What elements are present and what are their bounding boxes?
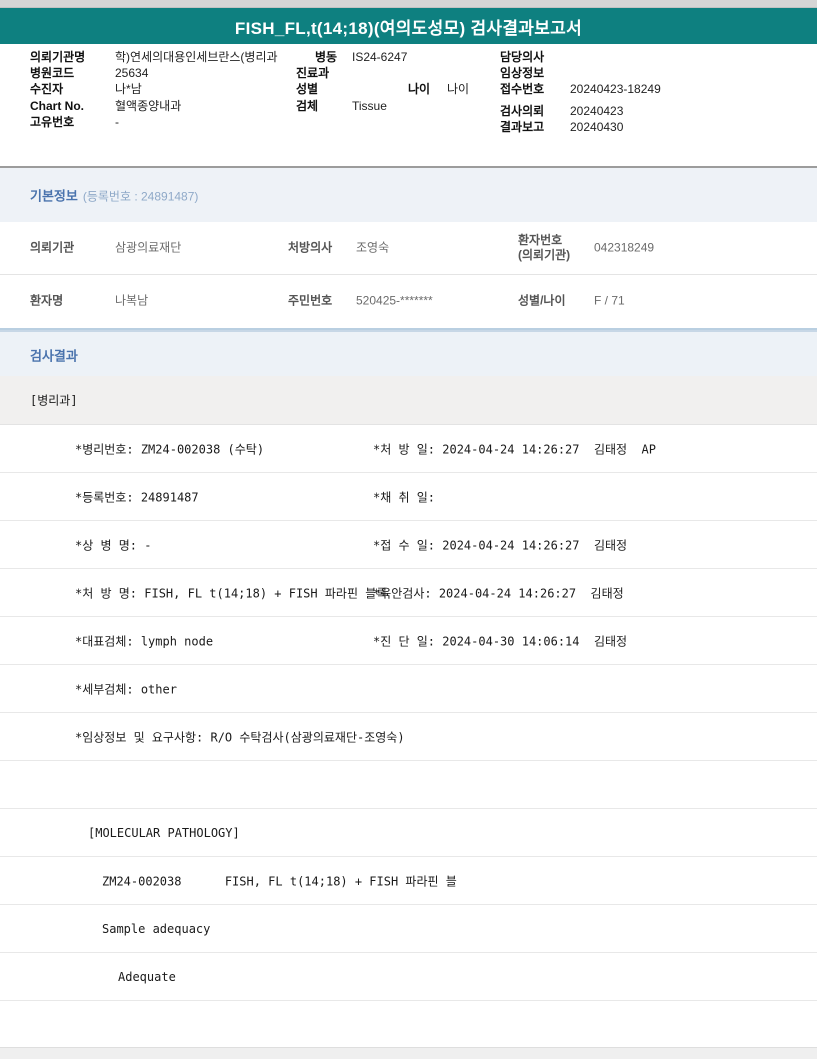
field-value: 042318249 (594, 240, 655, 255)
result-section-title: 검사결과 (30, 348, 78, 363)
result-left-text: Sample adequacy (102, 921, 211, 936)
result-left-text: *처 방 명: FISH, FL t(14;18) + FISH 파라핀 블록 (75, 586, 388, 600)
field-value: 20240423-18249 (570, 82, 661, 96)
result-row (0, 761, 817, 809)
field-value: 혈액종양내과 (115, 99, 182, 113)
result-row: Sample adequacy (0, 905, 817, 953)
result-left-text: *등록번호: 24891487 (75, 490, 199, 504)
result-left-text: ZM24-002038 FISH, FL t(14;18) + FISH 파라핀… (102, 874, 457, 888)
basic-info-row: 환자명 나복남 주민번호 520425-******* 성별/나이 F / 71 (0, 275, 817, 327)
result-left-text: [MOLECULAR PATHOLOGY] (88, 825, 240, 840)
department-row: [병리과] (0, 376, 817, 425)
department-label: [병리과] (30, 393, 78, 408)
field-label-text: 주민번호 (288, 293, 333, 308)
field-label: 진료과 (296, 66, 330, 80)
result-row: *임상정보 및 요구사항: R/O 수탁검사(삼광의료재단-조영숙) (0, 713, 817, 761)
field-label: 주민번호 (288, 294, 332, 309)
field-label: 고유번호 (30, 115, 75, 129)
field-value: 520425-******* (356, 293, 433, 308)
basic-info-section-title: 기본정보 (등록번호 : 24891487) (30, 186, 198, 205)
field-label: 성별 (296, 82, 319, 96)
field-value: 삼광의료재단 (115, 240, 182, 255)
field-value: IS24-6247 (352, 50, 408, 64)
result-right-text: *진 단 일: 2024-04-30 14:06:14 김태정 (373, 634, 628, 648)
result-left-text: *대표검체: lymph node (75, 634, 214, 648)
basic-info-content: 의뢰기관 삼광의료재단 처방의사 조영숙 환자번호 (의뢰기관) 042318249 환자명 나… (0, 222, 817, 330)
field-label-text: 환자명 (30, 293, 64, 308)
field-label: 결과보고 (500, 120, 545, 134)
field-label: 수진자 (30, 82, 64, 96)
field-label: 임상정보 (500, 66, 545, 80)
result-row (0, 1001, 817, 1049)
result-section-header: 검사결과 (0, 330, 817, 378)
field-value: 나복남 (115, 293, 149, 308)
result-row: *상 병 명: - *접 수 일: 2024-04-24 14:26:27 김태정 (0, 521, 817, 569)
result-left-text: *병리번호: ZM24-002038 (수탁) (75, 442, 265, 456)
result-rows-table: *병리번호: ZM24-002038 (수탁) *처 방 일: 2024-04-2… (0, 425, 817, 1049)
window-bottom-strip (0, 1047, 817, 1059)
field-label-text: 성별/나이 (518, 293, 566, 308)
result-row: *병리번호: ZM24-002038 (수탁) *처 방 일: 2024-04-2… (0, 425, 817, 473)
field-label: 검체 (296, 99, 319, 113)
field-value: Tissue (352, 99, 387, 113)
result-left-text: Adequate (118, 969, 176, 984)
field-value: 25634 (115, 66, 149, 80)
field-label: Chart No. (30, 99, 84, 113)
field-label: 의뢰기관 (30, 241, 74, 256)
field-value: 나이 (447, 82, 470, 96)
result-row: ZM24-002038 FISH, FL t(14;18) + FISH 파라핀… (0, 857, 817, 905)
field-label: 의뢰기관명 (30, 50, 86, 64)
field-label: 성별/나이 (518, 294, 566, 309)
result-right-text: *채 취 일: (373, 490, 436, 504)
field-label: 담당의사 (500, 50, 545, 64)
field-label: 접수번호 (500, 82, 545, 96)
field-label: 환자명 (30, 294, 63, 309)
field-label-text: 환자번호 (518, 233, 563, 247)
report-page: FISH_FL,t(14;18)(여의도성모) 검사결과보고서 의뢰기관명 학)연… (0, 0, 817, 1059)
field-value: 20240423 (570, 104, 624, 118)
report-title-bar: FISH_FL,t(14;18)(여의도성모) 검사결과보고서 (0, 8, 817, 44)
field-value: 나*남 (115, 82, 142, 96)
basic-info-reg-number: (등록번호 : 24891487) (82, 189, 199, 204)
field-label: 검사의뢰 (500, 104, 545, 118)
report-title: FISH_FL,t(14;18)(여의도성모) 검사결과보고서 (234, 18, 583, 38)
field-label-text: 의뢰기관 (30, 240, 75, 255)
result-left-text: *임상정보 및 요구사항: R/O 수탁검사(삼광의료재단-조영숙) (75, 730, 405, 744)
result-row: Adequate (0, 953, 817, 1001)
field-value: 20240430 (570, 120, 624, 134)
result-row: *등록번호: 24891487 *채 취 일: (0, 473, 817, 521)
field-label: 병동 (315, 50, 338, 64)
result-right-text: *접 수 일: 2024-04-24 14:26:27 김태정 (373, 538, 628, 552)
basic-info-row: 의뢰기관 삼광의료재단 처방의사 조영숙 환자번호 (의뢰기관) 042318249 (0, 222, 817, 275)
field-label-subtext: (의뢰기관) (518, 248, 571, 262)
order-header-table: 의뢰기관명 학)연세의대용인세브란스(병리과병원코드 25634 수진자 나*남 Char… (0, 44, 817, 166)
field-value: - (115, 115, 119, 129)
basic-info-section-header: 기본정보 (등록번호 : 24891487) (0, 168, 817, 222)
result-left-text: *세부검체: other (75, 682, 177, 696)
result-right-text: *처 방 일: 2024-04-24 14:26:27 김태정 AP (373, 442, 656, 456)
result-row: *처 방 명: FISH, FL t(14;18) + FISH 파라핀 블록 *… (0, 569, 817, 617)
field-label: 병원코드 (30, 66, 75, 80)
window-top-strip (0, 0, 817, 8)
field-label-text: 처방의사 (288, 240, 333, 255)
field-label: 나이 (408, 82, 431, 96)
field-value: 조영숙 (356, 240, 390, 255)
result-row: [MOLECULAR PATHOLOGY] (0, 809, 817, 857)
result-row: *세부검체: other (0, 665, 817, 713)
result-row: *대표검체: lymph node *진 단 일: 2024-04-30 14:0… (0, 617, 817, 665)
field-label: 처방의사 (288, 241, 332, 256)
result-left-text: *상 병 명: - (75, 538, 152, 552)
basic-info-title-text: 기본정보 (30, 188, 78, 204)
field-value: F / 71 (594, 293, 625, 308)
result-right-text: *육안검사: 2024-04-24 14:26:27 김태정 (373, 586, 624, 600)
field-value: 학)연세의대용인세브란스(병리과 (115, 50, 278, 64)
field-label: 환자번호 (의뢰기관) (518, 233, 570, 263)
